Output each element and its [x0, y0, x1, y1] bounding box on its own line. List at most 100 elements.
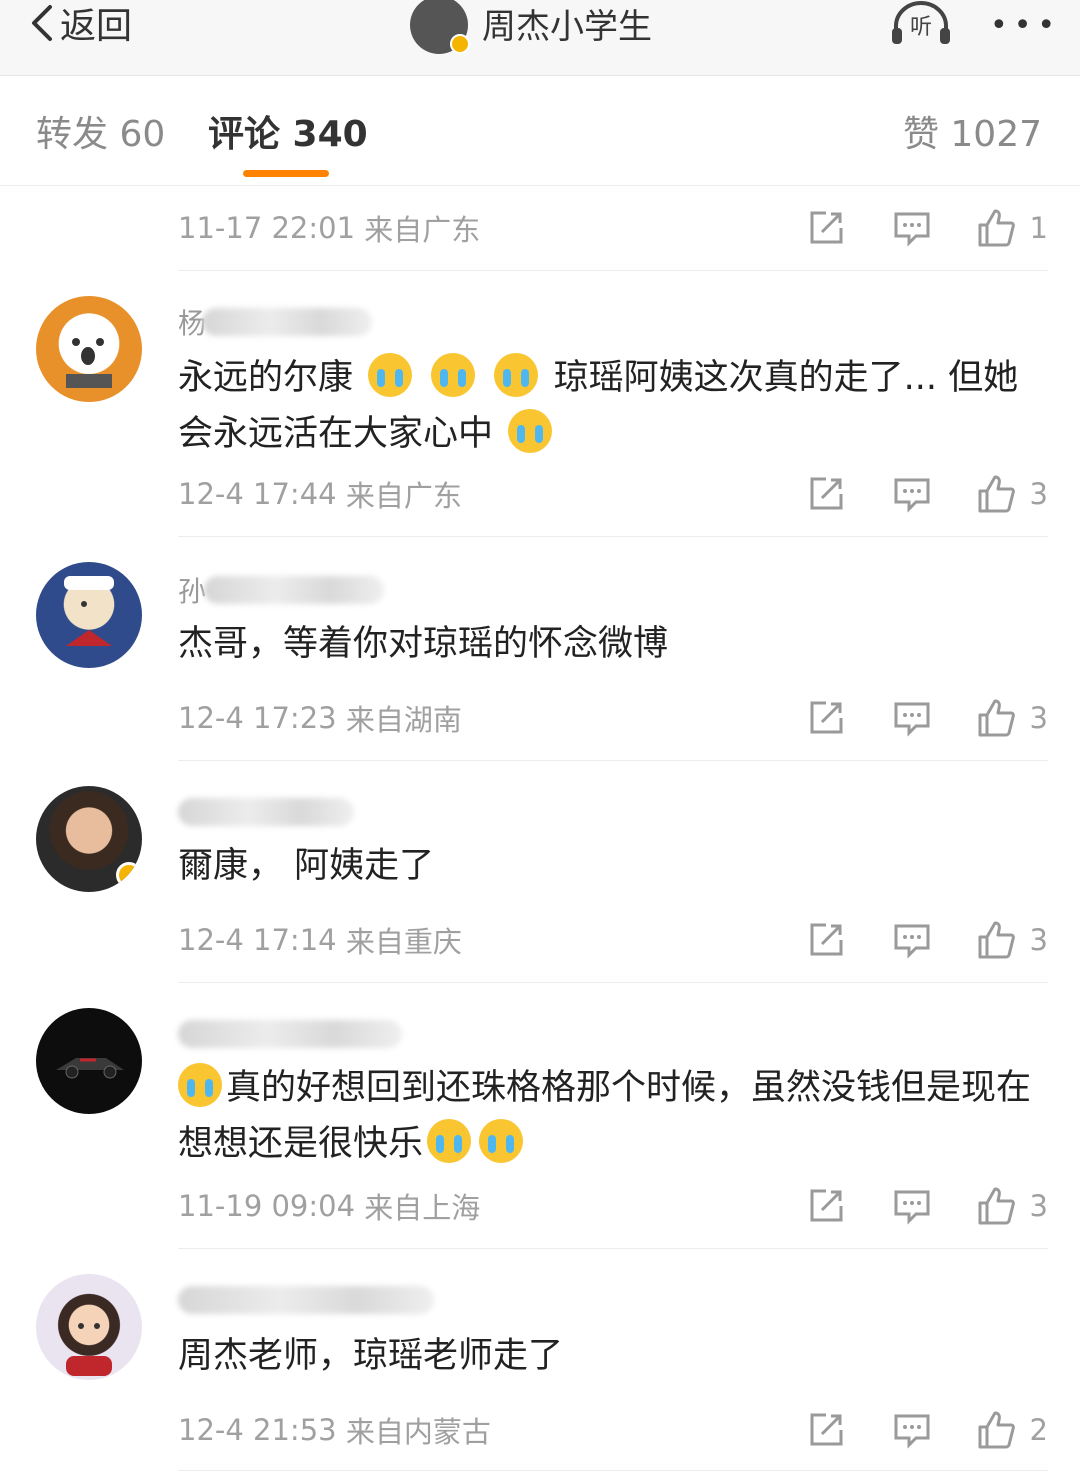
account-title[interactable]: 周杰小学生 — [410, 0, 652, 54]
like-count: 3 — [1029, 477, 1048, 511]
thumbs-up-icon — [978, 1187, 1015, 1225]
repost-button[interactable] — [806, 1186, 846, 1226]
verified-badge-icon — [450, 34, 470, 54]
comment-meta: 12-4 17:44 来自广东 3 — [178, 474, 1048, 514]
comment-time: 12-4 21:53 — [178, 1413, 337, 1447]
reply-button[interactable] — [892, 1186, 932, 1226]
crying-emoji-icon — [368, 353, 413, 397]
commenter-username[interactable]: 杨 — [178, 302, 398, 342]
like-button[interactable]: 1 — [976, 208, 1048, 248]
more-options-button[interactable]: ••• — [990, 8, 1061, 43]
commenter-avatar[interactable] — [36, 786, 142, 892]
commenter-username[interactable]: 孙 — [178, 570, 398, 610]
crying-emoji-icon — [427, 1119, 472, 1163]
comment-bubble-icon — [894, 1190, 930, 1225]
comment-time: 12-4 17:14 — [178, 923, 337, 957]
like-button[interactable]: 3 — [976, 474, 1048, 514]
commenter-username[interactable] — [178, 792, 398, 832]
comment-location: 来自湖南 — [345, 703, 462, 737]
commenter-avatar[interactable] — [36, 1008, 142, 1114]
verified-badge-icon — [116, 862, 142, 888]
comment-meta: 12-4 21:53 来自内蒙古 2 — [178, 1410, 1048, 1450]
cartoon-boy-avatar-icon — [66, 1323, 112, 1376]
tab-likes[interactable]: 赞 1027 — [903, 76, 1042, 186]
comment-text: 杰哥，等着你对琼瑶的怀念微博 — [178, 624, 669, 664]
repost-icon — [810, 211, 843, 244]
repost-button[interactable] — [806, 920, 846, 960]
comment-meta: 12-4 17:23 来自湖南 3 — [178, 698, 1048, 738]
repost-button[interactable] — [806, 698, 846, 738]
crying-emoji-icon — [431, 353, 476, 397]
comment-actions: 1 — [806, 208, 1048, 248]
top-nav-bar: 返回 周杰小学生 听 ••• — [0, 0, 1080, 76]
like-button[interactable]: 3 — [976, 920, 1048, 960]
like-button[interactable]: 3 — [976, 698, 1048, 738]
like-button[interactable]: 3 — [976, 1186, 1048, 1226]
reply-button[interactable] — [892, 920, 932, 960]
comment-meta: 11-17 22:01 来自广东 1 — [178, 208, 1048, 248]
back-button[interactable]: 返回 — [28, 0, 133, 47]
repost-icon — [810, 1189, 843, 1222]
reply-button[interactable] — [892, 208, 932, 248]
comment-location: 来自广东 — [345, 479, 462, 513]
divider — [178, 760, 1048, 761]
comment-meta: 12-4 17:14 来自重庆 3 — [178, 920, 1048, 960]
divider — [178, 1248, 1048, 1249]
repost-icon — [810, 701, 843, 734]
commenter-avatar[interactable] — [36, 1274, 142, 1380]
reply-button[interactable] — [892, 474, 932, 514]
comment-text: 真的好想回到还珠格格那个时候，虽然没钱但是现在想想还是很快乐 — [178, 1060, 1048, 1172]
account-avatar[interactable] — [410, 0, 470, 54]
repost-icon — [810, 477, 843, 510]
listen-headphones-icon[interactable]: 听 — [888, 0, 954, 46]
chevron-left-icon — [32, 5, 52, 41]
listen-label: 听 — [910, 15, 932, 40]
blurred-username — [202, 308, 372, 336]
comment-bubble-icon — [894, 478, 930, 513]
crying-emoji-icon — [479, 1119, 524, 1163]
active-tab-indicator — [243, 170, 329, 177]
back-label: 返回 — [60, 6, 133, 47]
commenter-avatar[interactable] — [36, 562, 142, 668]
blurred-username — [178, 1020, 402, 1048]
thumbs-up-icon — [978, 921, 1015, 959]
thumbs-up-icon — [978, 699, 1015, 737]
commenter-username[interactable] — [178, 1014, 402, 1054]
comment-text: 永远的尔康 琼瑶阿姨这次真的走了... 但她会永远活在大家心中 — [178, 350, 1048, 462]
commenter-avatar[interactable] — [36, 296, 142, 402]
like-count: 3 — [1029, 923, 1048, 957]
like-count: 2 — [1029, 1413, 1048, 1447]
divider — [178, 536, 1048, 537]
reply-button[interactable] — [892, 1410, 932, 1450]
repost-button[interactable] — [806, 208, 846, 248]
comment-bubble-icon — [894, 702, 930, 737]
repost-icon — [810, 923, 843, 956]
reply-button[interactable] — [892, 698, 932, 738]
comment-time: 11-17 22:01 — [178, 211, 356, 245]
comment-location: 来自重庆 — [345, 925, 462, 959]
repost-button[interactable] — [806, 474, 846, 514]
repost-button[interactable] — [806, 1410, 846, 1450]
comment-meta: 11-19 09:04 来自上海 3 — [178, 1186, 1048, 1226]
blurred-username — [178, 798, 354, 826]
crying-emoji-icon — [508, 409, 553, 453]
like-count: 1 — [1029, 211, 1048, 245]
tab-reposts[interactable]: 转发 60 — [36, 76, 165, 186]
thumbs-up-icon — [978, 475, 1015, 513]
comment-text: 周杰老师，琼瑶老师走了 — [178, 1336, 564, 1376]
divider — [178, 270, 1048, 271]
comment-text: 爾康， 阿姨走了 — [178, 846, 435, 886]
crying-emoji-icon — [494, 353, 539, 397]
comment-bubble-icon — [894, 212, 930, 247]
comment-bubble-icon — [894, 924, 930, 959]
divider — [178, 1470, 1048, 1471]
commenter-username[interactable] — [178, 1280, 438, 1320]
dog-avatar-icon — [66, 338, 112, 388]
comment-location: 来自内蒙古 — [345, 1415, 491, 1449]
blurred-username — [204, 576, 384, 604]
like-button[interactable]: 2 — [976, 1410, 1048, 1450]
thumbs-up-icon — [978, 209, 1015, 247]
like-count: 3 — [1029, 1189, 1048, 1223]
comment-location: 来自广东 — [364, 213, 481, 247]
comment-time: 12-4 17:23 — [178, 701, 337, 735]
